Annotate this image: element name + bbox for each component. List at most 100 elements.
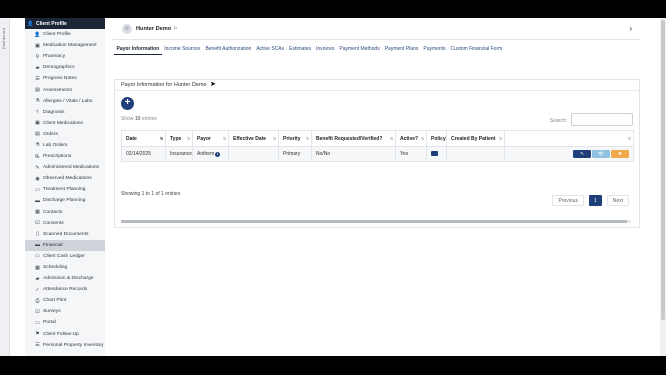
sidebar-item-assessments[interactable]: ▤ Assessments bbox=[25, 84, 105, 95]
sidebar-header[interactable]: 👤 Client Profile bbox=[25, 18, 105, 29]
sidebar-item-label: Attendance Records bbox=[43, 287, 88, 293]
sort-icon[interactable]: ⇅ bbox=[273, 136, 276, 141]
tab-income-sources[interactable]: Income Sources bbox=[162, 45, 203, 55]
sidebar-item-chart-print[interactable]: ⎙ Chart Print bbox=[25, 295, 105, 306]
previous-page-button[interactable]: Previous bbox=[552, 195, 584, 206]
sidebar-item-allergies-vitals-labs[interactable]: ⚗ Allergies / Vitals / Labs bbox=[25, 96, 105, 107]
sidebar-item-scheduling[interactable]: ▦ Scheduling bbox=[25, 262, 105, 273]
pills-icon: ▣ bbox=[35, 120, 40, 127]
sidebar-item-demographics[interactable]: ▰ Demographics bbox=[25, 62, 105, 73]
current-page-button[interactable]: 1 bbox=[588, 195, 602, 206]
next-page-button[interactable]: Next bbox=[606, 195, 629, 206]
sidebar-item-administered-medications[interactable]: ✎ Administered Medications bbox=[25, 162, 105, 173]
sidebar-item-label: Prescriptions bbox=[43, 154, 72, 160]
sidebar-item-progress-notes[interactable]: ☰ Progress Notes bbox=[25, 73, 105, 84]
sidebar-item-orders[interactable]: ▤ Orders bbox=[25, 129, 105, 140]
column-header[interactable]: Benefit Requested/Verified? ⇅ bbox=[311, 130, 396, 147]
entries-count-select[interactable]: 10 bbox=[135, 116, 141, 122]
sort-icon[interactable]: ⇅ bbox=[160, 136, 163, 141]
policy-card-icon[interactable] bbox=[431, 150, 438, 156]
column-header[interactable]: Policy ⇅ bbox=[426, 130, 447, 147]
credit-card-icon: ▬ bbox=[35, 242, 40, 249]
cell-effective-date bbox=[228, 146, 279, 162]
table-row[interactable]: 02/14/2025 Insurance Anthem i Primary No/No Ye… bbox=[121, 146, 634, 162]
tab-active-scas[interactable]: Active SCAs bbox=[254, 45, 287, 55]
chevron-right-icon[interactable]: › bbox=[629, 24, 632, 33]
document-icon: ▤ bbox=[35, 87, 40, 94]
sidebar-item-treatment-planning[interactable]: ▭ Treatment Planning bbox=[25, 184, 105, 195]
sidebar-item-client-cash-ledger[interactable]: ▭ Client Cash Ledger bbox=[25, 251, 105, 262]
sidebar-item-contacts[interactable]: ▦ Contacts bbox=[25, 207, 105, 218]
sidebar-item-consents[interactable]: ☑ Consents bbox=[25, 218, 105, 229]
sidebar-item-scanned-documents[interactable]: ▯ Scanned Documents bbox=[25, 229, 105, 240]
sidebar-item-portal[interactable]: ▭ Portal bbox=[25, 317, 105, 328]
eye-icon: ◉ bbox=[35, 175, 40, 182]
column-header-label: Effective Date bbox=[233, 135, 267, 142]
column-header[interactable]: Active? ⇅ bbox=[395, 130, 427, 147]
sort-icon[interactable]: ⇅ bbox=[390, 136, 393, 141]
cash-icon: ▭ bbox=[35, 253, 40, 260]
add-payor-button[interactable]: + bbox=[121, 97, 134, 110]
tab-benefit-authorization[interactable]: Benefit Authorization bbox=[203, 45, 254, 55]
flag-icon[interactable]: ⚐ bbox=[173, 26, 177, 32]
sort-icon[interactable]: ⇅ bbox=[421, 136, 424, 141]
side-strip[interactable]: Dashboard bbox=[0, 18, 10, 356]
view-button[interactable]: 👁 bbox=[592, 150, 610, 158]
vertical-scrollbar[interactable] bbox=[660, 18, 666, 356]
sort-icon[interactable]: ⇅ bbox=[223, 136, 226, 141]
column-header[interactable]: Type ⇅ bbox=[165, 130, 193, 147]
sidebar-item-attendance-records[interactable]: ✓ Attendance Records bbox=[25, 284, 105, 295]
cell-type-value: Insurance bbox=[170, 151, 192, 157]
sidebar-item-prescriptions[interactable]: ℞ Prescriptions bbox=[25, 151, 105, 162]
vertical-scrollbar-thumb[interactable] bbox=[661, 20, 665, 320]
sidebar-item-financial[interactable]: ▬ Financial bbox=[25, 239, 105, 251]
tab-custom-financial-form[interactable]: Custom Financial Form bbox=[448, 45, 505, 55]
column-header-label: Type bbox=[170, 135, 182, 142]
sort-icon[interactable]: ⇅ bbox=[187, 136, 190, 141]
sidebar-item-surveys[interactable]: ☑ Surveys bbox=[25, 306, 105, 317]
sidebar-item-pharmacy[interactable]: ⚲ Pharmacy bbox=[25, 51, 105, 62]
sidebar-item-diagnosis[interactable]: ⚕ Diagnosis bbox=[25, 107, 105, 118]
delete-button[interactable]: ✖ bbox=[611, 150, 629, 158]
edit-button[interactable]: ✎ bbox=[573, 150, 591, 158]
column-header-label: Priority bbox=[283, 135, 301, 142]
sidebar-item-medication-management[interactable]: ▣ Medication Management bbox=[25, 40, 105, 51]
stethoscope-icon: ⚕ bbox=[36, 109, 39, 116]
sidebar-item-client-profile[interactable]: 👤 Client Profile bbox=[25, 29, 105, 40]
tab-payment-plans[interactable]: Payment Plans bbox=[382, 45, 421, 55]
column-header[interactable]: ⇅ bbox=[504, 130, 634, 147]
cell-type: Insurance bbox=[165, 146, 193, 162]
tab-payments[interactable]: Payments bbox=[421, 45, 448, 55]
tab-estimates[interactable]: Estimates bbox=[287, 45, 314, 55]
tab-invoices[interactable]: Invoices bbox=[314, 45, 337, 55]
sidebar-item-personal-property-inventory[interactable]: ☰ Personal Property Inventory bbox=[25, 340, 105, 351]
sidebar-item-lab-orders[interactable]: ⚗ Lab Orders bbox=[25, 140, 105, 151]
search-input[interactable] bbox=[571, 113, 633, 126]
sidebar-item-client-follow-up[interactable]: ⚑ Client Follow-Up bbox=[25, 329, 105, 340]
sidebar-item-label: Orders bbox=[43, 131, 58, 137]
sidebar-item-observed-medications[interactable]: ◉ Observed Medications bbox=[25, 173, 105, 184]
info-icon[interactable]: i bbox=[215, 152, 221, 157]
sort-icon[interactable]: ⇅ bbox=[628, 136, 631, 141]
column-header[interactable]: Priority ⇅ bbox=[278, 130, 312, 147]
column-header[interactable]: Payor ⇅ bbox=[192, 130, 229, 147]
tab-payment-methods[interactable]: Payment Methods bbox=[337, 45, 382, 55]
column-header-label: Created By Patient bbox=[451, 135, 496, 142]
cell-priority-value: Primary bbox=[283, 151, 301, 157]
column-header[interactable]: Date ⇅ bbox=[121, 130, 166, 147]
sidebar-item-discharge-planning[interactable]: ▬ Discharge Planning bbox=[25, 195, 105, 206]
app-window: Dashboard 👤 Client Profile 👤 Client Profi… bbox=[0, 18, 666, 356]
pills-icon: ▣ bbox=[35, 42, 40, 49]
sort-icon[interactable]: ⇅ bbox=[306, 136, 309, 141]
sidebar-item-client-medications[interactable]: ▣ Client Medications bbox=[25, 118, 105, 129]
horizontal-scrollbar[interactable] bbox=[121, 220, 631, 223]
sort-icon[interactable]: ⇅ bbox=[499, 136, 502, 141]
side-strip-label: Dashboard bbox=[1, 28, 6, 50]
sidebar-item-label: Client Cash Ledger bbox=[43, 253, 85, 259]
sort-icon[interactable]: ⇅ bbox=[441, 136, 444, 141]
tab-payor-information[interactable]: Payor Information bbox=[114, 45, 162, 55]
horizontal-scrollbar-thumb[interactable] bbox=[121, 220, 627, 223]
column-header[interactable]: Effective Date ⇅ bbox=[228, 130, 279, 147]
sidebar-item-admission-discharge[interactable]: ▰ Admission & Discharge bbox=[25, 273, 105, 284]
column-header[interactable]: Created By Patient ⇅ bbox=[446, 130, 505, 147]
